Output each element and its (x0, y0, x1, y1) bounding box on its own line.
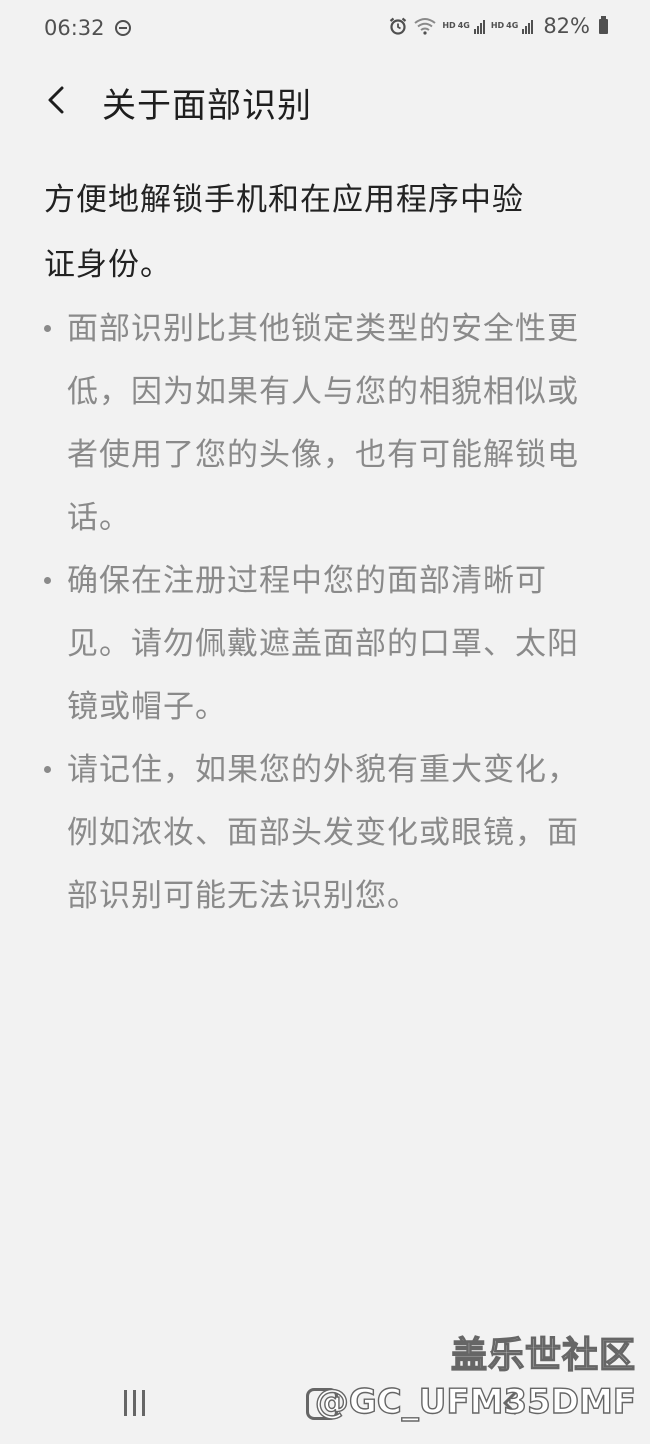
bullet-dot-icon (44, 577, 51, 584)
watermark-handle: @GC_UFM35DMF (314, 1381, 637, 1422)
battery-percent: 82% (543, 14, 590, 38)
do-not-disturb-icon (114, 20, 131, 36)
signal-icon (522, 18, 534, 34)
network-1-gen: 4G (457, 21, 470, 30)
network-2-gen: 4G (506, 21, 519, 30)
intro-line-2: 证身份。 (44, 247, 172, 283)
list-item: 请记住，如果您的外貌有重大变化，例如浓妆、面部头发变化或眼镜，面部识别可能无法识… (44, 739, 604, 928)
intro-line-1: 方便地解锁手机和在应用程序中验 (44, 182, 524, 218)
list-item: 面部识别比其他锁定类型的安全性更低，因为如果有人与您的相貌相似或者使用了您的头像… (44, 298, 604, 550)
network-indicator-1: HD 4G (442, 18, 485, 34)
alarm-icon (390, 17, 407, 35)
wifi-icon (414, 18, 436, 35)
watermark: 盖乐世社区 @GC_UFM35DMF (314, 1334, 637, 1424)
page-title: 关于面部识别 (102, 86, 312, 126)
list-item-text: 请记住，如果您的外貌有重大变化，例如浓妆、面部头发变化或眼镜，面部识别可能无法识… (67, 752, 579, 914)
status-left: 06:32 (44, 16, 131, 40)
content: 方便地解锁手机和在应用程序中验 证身份。 面部识别比其他锁定类型的安全性更低，因… (44, 168, 604, 928)
intro-text: 方便地解锁手机和在应用程序中验 证身份。 (44, 168, 604, 298)
watermark-title: 盖乐世社区 (450, 1334, 636, 1376)
network-indicator-2: HD 4G (490, 18, 534, 34)
battery-icon (599, 15, 608, 34)
info-list: 面部识别比其他锁定类型的安全性更低，因为如果有人与您的相貌相似或者使用了您的头像… (44, 298, 604, 928)
list-item: 确保在注册过程中您的面部清晰可见。请勿佩戴遮盖面部的口罩、太阳镜或帽子。 (44, 550, 604, 739)
list-item-text: 面部识别比其他锁定类型的安全性更低，因为如果有人与您的相貌相似或者使用了您的头像… (67, 311, 579, 536)
recent-apps-icon[interactable] (124, 1390, 145, 1416)
network-1-label: HD (442, 21, 456, 30)
status-time: 06:32 (44, 16, 105, 40)
bullet-dot-icon (44, 766, 51, 773)
bullet-dot-icon (44, 325, 51, 332)
screen: 06:32 HD 4G HD 4G 82% 关于面部识别 方便地解锁手机和在应用… (0, 0, 650, 1444)
status-bar: 06:32 HD 4G HD 4G 82% (0, 0, 650, 56)
list-item-text: 确保在注册过程中您的面部清晰可见。请勿佩戴遮盖面部的口罩、太阳镜或帽子。 (67, 563, 579, 725)
signal-icon (473, 18, 485, 34)
network-2-label: HD (490, 21, 505, 30)
status-right: HD 4G HD 4G 82% (388, 14, 608, 38)
chevron-left-icon[interactable] (40, 82, 76, 118)
app-header: 关于面部识别 (0, 70, 650, 130)
